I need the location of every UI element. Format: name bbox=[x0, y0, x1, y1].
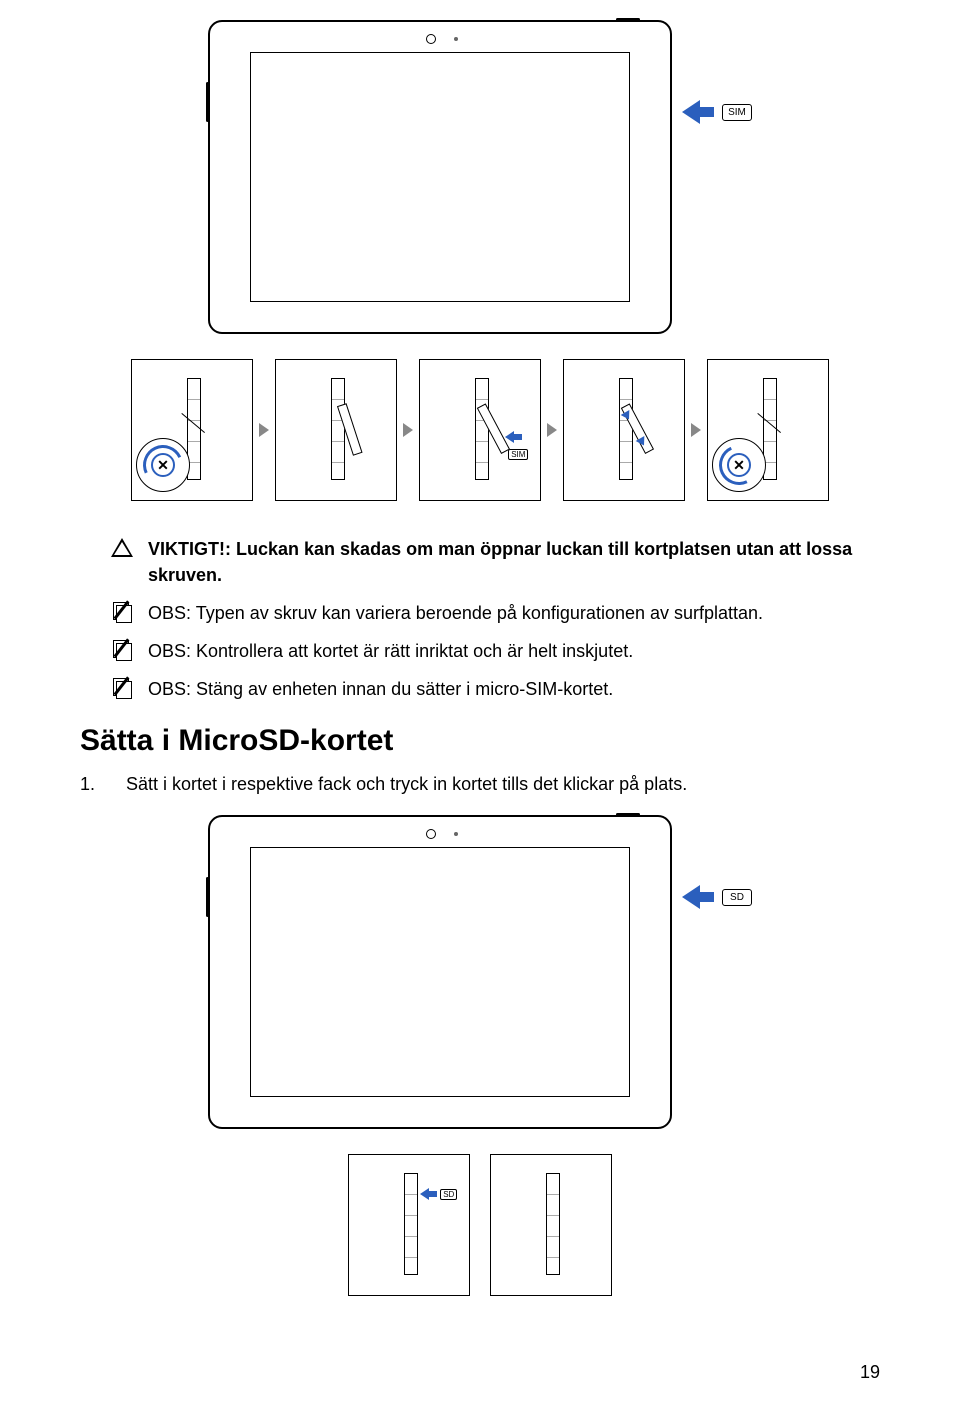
insert-arrow-icon: SD bbox=[420, 1185, 457, 1203]
step-insert-sim: SIM bbox=[419, 359, 541, 501]
step-rescrew: ✕ bbox=[707, 359, 829, 501]
unscrew-callout: ✕ bbox=[136, 438, 190, 492]
note-obs3: OBS: Stäng av enheten innan du sätter i … bbox=[110, 676, 870, 702]
step-arrow-icon bbox=[403, 423, 413, 437]
page-number: 19 bbox=[860, 1362, 880, 1383]
obs3-prefix: OBS: bbox=[148, 679, 196, 699]
figure-tablet-sim: SIM bbox=[80, 20, 880, 334]
step-close-door bbox=[563, 359, 685, 501]
arrow-left-icon bbox=[682, 100, 700, 124]
obs1-prefix: OBS: bbox=[148, 603, 196, 623]
note-icon bbox=[113, 678, 131, 696]
sd-card-label: SD bbox=[722, 889, 752, 906]
step-sd-done bbox=[490, 1154, 612, 1296]
step-open-door bbox=[275, 359, 397, 501]
viktigt-text: Luckan kan skadas om man öppnar luckan t… bbox=[148, 539, 852, 585]
arrow-left-icon bbox=[682, 885, 700, 909]
figure-tablet-sd: SD bbox=[80, 815, 880, 1129]
sd-steps-row: SD bbox=[80, 1154, 880, 1296]
sim-mini-label: SIM bbox=[508, 449, 528, 460]
note-icon bbox=[113, 640, 131, 658]
sim-steps-row: ✕ SIM bbox=[80, 359, 880, 501]
step-sd-insert: SD bbox=[348, 1154, 470, 1296]
note-obs2: OBS: Kontrollera att kortet är rätt inri… bbox=[110, 638, 870, 664]
step-arrow-icon bbox=[691, 423, 701, 437]
sd-slot-pointer: SD bbox=[682, 885, 752, 909]
viktigt-prefix: VIKTIGT!: bbox=[148, 539, 236, 559]
sim-slot-pointer: SIM bbox=[682, 100, 752, 124]
note-icon bbox=[113, 602, 131, 620]
warning-viktigt: VIKTIGT!: Luckan kan skadas om man öppna… bbox=[110, 536, 870, 588]
step-arrow-icon bbox=[259, 423, 269, 437]
tablet-illustration bbox=[208, 20, 672, 334]
sim-card-label: SIM bbox=[722, 104, 752, 121]
step-arrow-icon bbox=[547, 423, 557, 437]
rescrew-callout: ✕ bbox=[712, 438, 766, 492]
obs1-text: Typen av skruv kan variera beroende på k… bbox=[196, 603, 763, 623]
tablet-illustration bbox=[208, 815, 672, 1129]
document-page: SIM ✕ SIM bbox=[0, 0, 960, 1413]
instruction-step-1: 1. Sätt i kortet i respektive fack och t… bbox=[80, 774, 880, 795]
obs2-prefix: OBS: bbox=[148, 641, 196, 661]
sd-mini-label: SD bbox=[440, 1189, 457, 1200]
step-number: 1. bbox=[80, 774, 106, 795]
obs2-text: Kontrollera att kortet är rätt inriktat … bbox=[196, 641, 633, 661]
warning-triangle-icon bbox=[111, 538, 133, 557]
note-obs1: OBS: Typen av skruv kan variera beroende… bbox=[110, 600, 870, 626]
step-unscrew: ✕ bbox=[131, 359, 253, 501]
section-heading: Sätta i MicroSD-kortet bbox=[80, 724, 880, 758]
obs3-text: Stäng av enheten innan du sätter i micro… bbox=[196, 679, 613, 699]
step-text: Sätt i kortet i respektive fack och tryc… bbox=[126, 774, 687, 795]
insert-arrow-icon: SIM bbox=[505, 428, 540, 464]
